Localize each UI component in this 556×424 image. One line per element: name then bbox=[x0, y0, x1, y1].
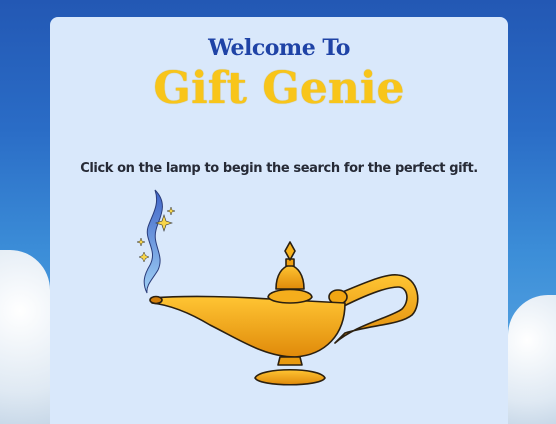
magic-lamp-icon[interactable] bbox=[130, 185, 430, 395]
welcome-heading: Welcome To bbox=[208, 35, 350, 61]
smoke bbox=[136, 189, 176, 294]
cloud-right bbox=[508, 295, 556, 424]
instruction-text: Click on the lamp to begin the search fo… bbox=[80, 161, 478, 176]
brand-title: Gift Genie bbox=[153, 63, 405, 114]
cloud-left bbox=[0, 250, 50, 424]
